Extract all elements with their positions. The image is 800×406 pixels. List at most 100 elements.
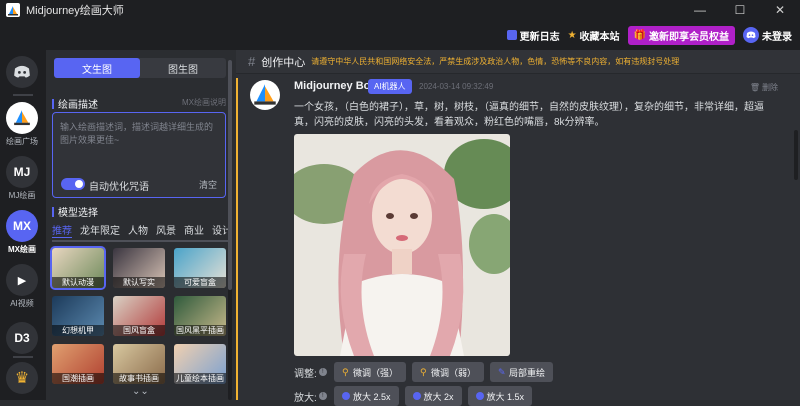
main-scrollbar-thumb[interactable] bbox=[794, 130, 798, 180]
vary-subtle-label: 微调（弱） bbox=[431, 367, 477, 378]
minimize-button[interactable]: — bbox=[680, 0, 720, 20]
upscale-1-5x-button[interactable]: 放大 1.5x bbox=[467, 386, 533, 406]
rail-divider bbox=[13, 94, 33, 96]
prompt-input[interactable]: 输入绘画描述词，描述词越详细生成的图片效果更佳~ 自动优化咒语 清空 bbox=[52, 112, 226, 198]
panel-scrollbar-thumb[interactable] bbox=[228, 60, 232, 290]
info-icon[interactable]: ! bbox=[318, 392, 327, 400]
tab-image-to-image[interactable]: 图生图 bbox=[140, 58, 226, 78]
vary-strong-button[interactable]: ⚲ 微调（强） bbox=[334, 362, 407, 382]
rail-label-gallery: 绘画广场 bbox=[6, 137, 38, 146]
rail-item-crown[interactable]: ♛ bbox=[6, 362, 38, 394]
mj-icon: MJ bbox=[6, 156, 38, 188]
expand-more-icon[interactable]: ⌄⌄ bbox=[132, 386, 149, 397]
tab-text-to-image[interactable]: 文生图 bbox=[54, 58, 140, 78]
model-name: 儿童绘本插画 bbox=[174, 373, 226, 384]
gift-icon: 🎁 bbox=[633, 29, 646, 41]
rail-item-d3[interactable]: D3 bbox=[6, 322, 38, 354]
top-bar: 更新日志 ★ 收藏本站 🎁 邀新即享会员权益 未登录 bbox=[0, 20, 800, 50]
vip-invite-button[interactable]: 🎁 邀新即享会员权益 bbox=[627, 25, 735, 45]
model-name: 国风黑平插画 bbox=[174, 325, 226, 336]
zoom-icon bbox=[412, 392, 421, 400]
rail-item-gallery[interactable]: 绘画广场 bbox=[6, 102, 38, 147]
zoom-label: 放大: bbox=[294, 392, 317, 404]
bot-badge: AI机器人 bbox=[368, 79, 412, 94]
app-logo-icon bbox=[6, 3, 20, 17]
zoom-row: 放大: ! 放大 2.5x 放大 2x 放大 1.5x bbox=[294, 386, 533, 406]
category-tab[interactable]: 商业 bbox=[184, 222, 204, 238]
changelog-label: 更新日志 bbox=[519, 31, 560, 43]
model-name: 可爱盲盒 bbox=[174, 277, 226, 288]
rail-divider-2 bbox=[13, 356, 33, 358]
inpaint-label: 局部重绘 bbox=[509, 367, 546, 378]
model-card[interactable]: 默认写实 bbox=[113, 248, 165, 288]
magic-wand-icon: ⚲ bbox=[420, 367, 427, 377]
upscale-2-5x-label: 放大 2.5x bbox=[353, 391, 391, 402]
category-tab[interactable]: 风景 bbox=[156, 222, 176, 238]
category-tab[interactable]: 人物 bbox=[128, 222, 148, 238]
control-panel: 文生图 图生图 绘画描述 MX绘画说明 输入绘画描述词，描述词越详细生成的图片效… bbox=[46, 50, 234, 400]
portrait-illustration bbox=[294, 134, 510, 356]
rail-item-video[interactable]: ▶ AI视频 bbox=[6, 264, 38, 309]
bookmark-link[interactable]: ★ 收藏本站 bbox=[568, 28, 620, 43]
model-card[interactable]: 国风盲盒 bbox=[113, 296, 165, 336]
model-card[interactable]: 国潮插画 bbox=[52, 344, 104, 384]
model-section-header: 模型选择 bbox=[52, 204, 98, 219]
delete-button[interactable]: 🗑 删除 bbox=[750, 82, 778, 93]
bot-avatar[interactable] bbox=[250, 80, 280, 110]
adjust-row: 调整: ! ⚲ 微调（强） ⚲ 微调（弱） ✎ 局部重绘 bbox=[294, 362, 554, 382]
magic-wand-icon: ⚲ bbox=[342, 367, 349, 377]
star-icon: ★ bbox=[567, 29, 577, 41]
model-name: 国潮插画 bbox=[52, 373, 104, 384]
vary-subtle-button[interactable]: ⚲ 微调（弱） bbox=[412, 362, 485, 382]
hash-icon: # bbox=[248, 54, 256, 69]
category-tab[interactable]: 推荐 bbox=[52, 222, 72, 238]
mx-help-link[interactable]: MX绘画说明 bbox=[182, 97, 226, 108]
bot-message: Midjourney Bot AI机器人 2024-03-14 09:32:49… bbox=[236, 74, 800, 406]
bot-logo-icon bbox=[254, 84, 276, 105]
model-section-title: 模型选择 bbox=[58, 208, 98, 219]
generated-image[interactable] bbox=[294, 134, 510, 356]
model-card[interactable]: 幻想机甲 bbox=[52, 296, 104, 336]
rail-item-mx[interactable]: MX MX绘画 bbox=[6, 210, 38, 255]
main-area: # 创作中心 请遵守中华人民共和国网络安全法，严禁生成涉及政治人物，色情，恐怖等… bbox=[236, 50, 800, 406]
prompt-section-title: 绘画描述 bbox=[58, 100, 98, 111]
inpaint-button[interactable]: ✎ 局部重绘 bbox=[490, 362, 554, 382]
clear-button[interactable]: 清空 bbox=[199, 178, 217, 191]
adjust-label-wrap: 调整: ! bbox=[294, 365, 328, 380]
close-button[interactable]: ✕ bbox=[760, 0, 800, 20]
upscale-2-5x-button[interactable]: 放大 2.5x bbox=[334, 386, 399, 406]
play-icon: ▶ bbox=[6, 264, 38, 296]
model-name: 国风盲盒 bbox=[113, 325, 165, 336]
model-card[interactable]: 默认动漫 bbox=[50, 246, 106, 290]
login-button[interactable]: 未登录 bbox=[743, 27, 792, 43]
adjust-label: 调整: bbox=[294, 368, 317, 380]
window-title: Midjourney绘画大师 bbox=[26, 5, 124, 17]
upscale-2x-button[interactable]: 放大 2x bbox=[404, 386, 462, 406]
auto-optimize-label: 自动优化咒语 bbox=[89, 182, 149, 193]
model-name: 故事书插画 bbox=[113, 373, 165, 384]
maximize-button[interactable]: ☐ bbox=[720, 0, 760, 20]
category-tab[interactable]: 龙年限定 bbox=[80, 222, 120, 238]
auto-optimize-toggle[interactable] bbox=[61, 178, 85, 190]
zoom-icon bbox=[475, 392, 484, 400]
rail-label-mx: MX绘画 bbox=[8, 245, 36, 254]
gallery-logo-icon bbox=[6, 102, 38, 134]
brush-icon: ✎ bbox=[498, 367, 506, 377]
model-card[interactable]: 国风黑平插画 bbox=[174, 296, 226, 336]
model-card[interactable]: 故事书插画 bbox=[113, 344, 165, 384]
category-scrollbar[interactable] bbox=[52, 240, 228, 242]
rail-label-video: AI视频 bbox=[10, 299, 34, 308]
rail-discord-home[interactable] bbox=[6, 56, 38, 88]
message-timestamp: 2024-03-14 09:32:49 bbox=[419, 82, 494, 91]
model-card[interactable]: 可爱盲盒 bbox=[174, 248, 226, 288]
model-card[interactable]: 儿童绘本插画 bbox=[174, 344, 226, 384]
changelog-link[interactable]: 更新日志 bbox=[506, 28, 560, 43]
prompt-placeholder: 输入绘画描述词，描述词越详细生成的图片效果更佳~ bbox=[60, 122, 214, 145]
zoom-icon bbox=[342, 392, 350, 400]
info-icon[interactable]: ! bbox=[318, 368, 327, 376]
login-label: 未登录 bbox=[762, 31, 792, 43]
model-name: 幻想机甲 bbox=[52, 325, 104, 336]
server-rail: 绘画广场 MJ MJ绘画 MX MX绘画 ▶ AI视频 D3 ♛ bbox=[0, 50, 46, 400]
rail-item-mj[interactable]: MJ MJ绘画 bbox=[6, 156, 38, 201]
bot-name[interactable]: Midjourney Bot bbox=[294, 80, 374, 92]
